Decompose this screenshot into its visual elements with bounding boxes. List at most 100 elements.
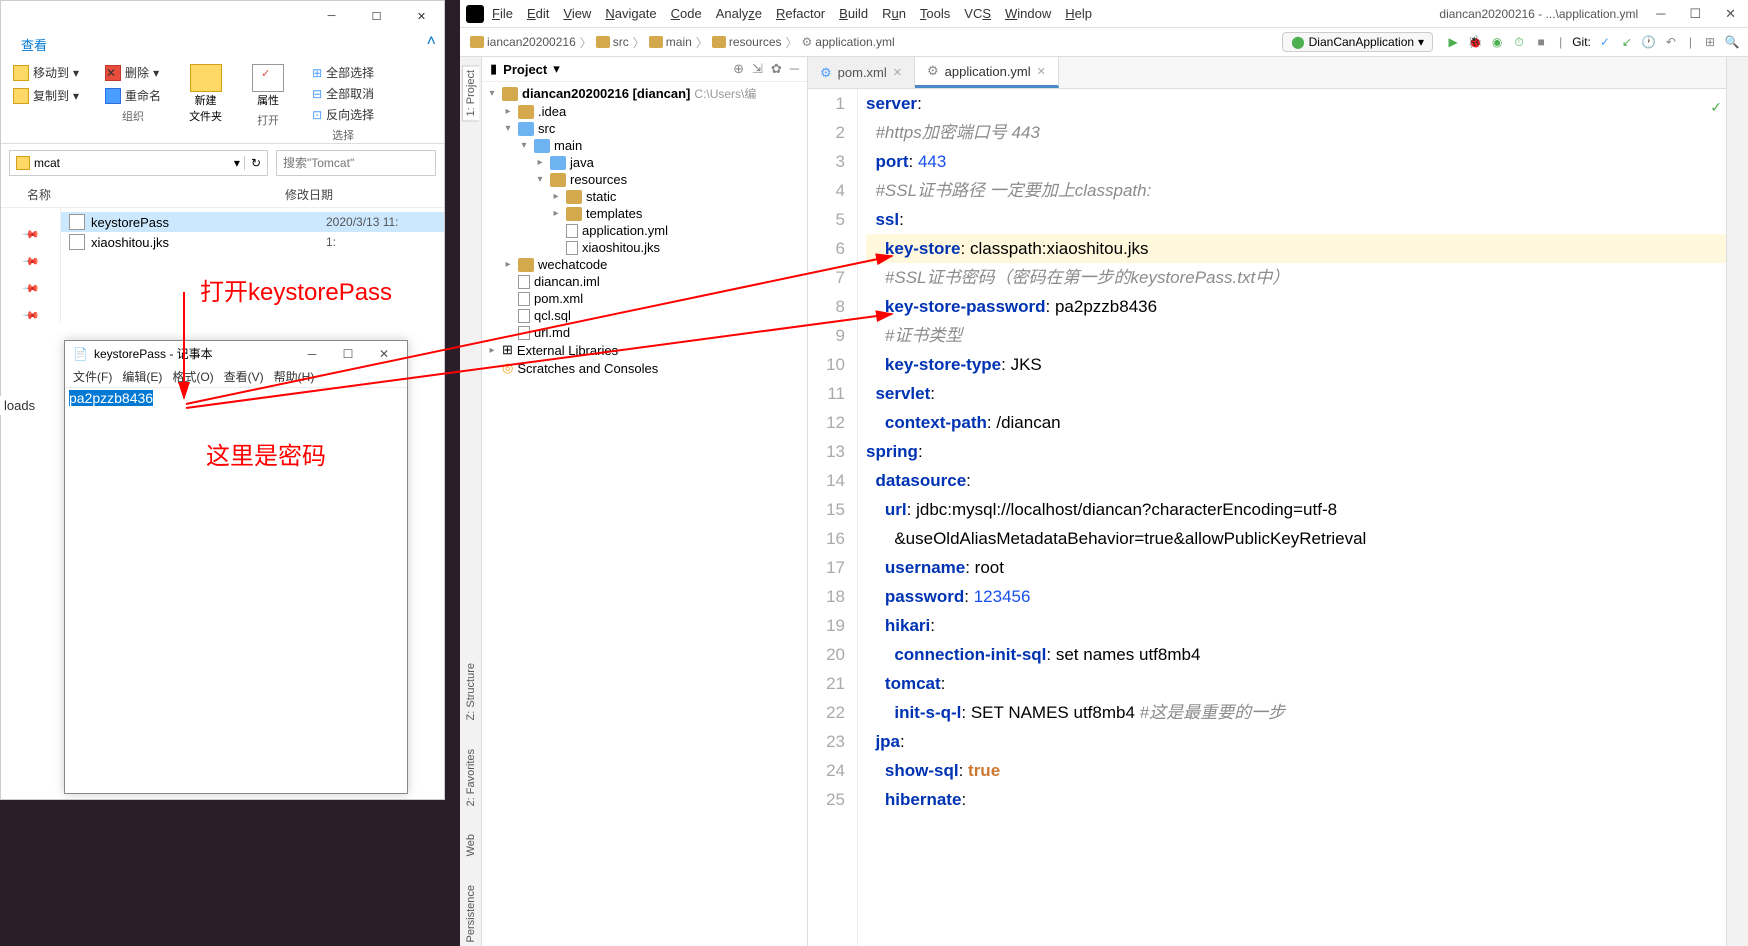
close-button[interactable]: ✕ xyxy=(369,347,399,361)
tree-node[interactable]: ◎Scratches and Consoles xyxy=(482,359,807,377)
breadcrumb-item[interactable]: src xyxy=(594,35,631,49)
chevron-down-icon[interactable]: ▾ xyxy=(553,61,560,77)
stop-button[interactable]: ■ xyxy=(1533,34,1549,50)
maximize-button[interactable]: ☐ xyxy=(354,1,399,31)
tree-node[interactable]: ▸.idea xyxy=(482,103,807,120)
breadcrumb-item[interactable]: iancan20200216 xyxy=(468,35,578,49)
tree-node[interactable]: ▸wechatcode xyxy=(482,256,807,273)
breadcrumb-item[interactable]: resources xyxy=(710,35,784,49)
file-row[interactable]: xiaoshitou.jks1: xyxy=(61,232,444,252)
file-row[interactable]: keystorePass2020/3/13 11: xyxy=(61,212,444,232)
code-editor[interactable]: 1234567891011121314151617181920212223242… xyxy=(808,89,1726,946)
tree-node[interactable]: diancan.iml xyxy=(482,273,807,290)
ribbon-tab-view[interactable]: 查看 xyxy=(9,33,59,56)
menu-navigate[interactable]: Navigate xyxy=(599,4,662,23)
menu-edit[interactable]: Edit xyxy=(521,4,555,23)
tab-persistence[interactable]: Persistence xyxy=(463,881,479,946)
settings-icon[interactable]: ✿ xyxy=(771,61,782,77)
tree-node[interactable]: ▸⊞External Libraries xyxy=(482,341,807,359)
menu-file[interactable]: File xyxy=(486,4,519,23)
breadcrumb-item[interactable]: ⚙application.yml xyxy=(800,35,897,49)
rename-button[interactable]: 重命名 xyxy=(101,85,165,106)
tab-favorites[interactable]: 2: Favorites xyxy=(463,745,479,810)
close-button[interactable]: ✕ xyxy=(399,1,444,31)
delete-button[interactable]: ✕删除 ▾ xyxy=(101,62,165,83)
menu-format[interactable]: 格式(O) xyxy=(172,368,213,385)
tree-node[interactable]: url.md xyxy=(482,324,807,341)
menu-build[interactable]: Build xyxy=(833,4,874,23)
downloads-folder-label[interactable]: loads xyxy=(0,396,39,415)
pin-icon[interactable]: 📌 xyxy=(21,306,40,325)
tree-node[interactable]: ▾main xyxy=(482,137,807,154)
column-name[interactable]: 名称 xyxy=(9,186,285,203)
scroll-from-source-icon[interactable]: ⊕ xyxy=(733,61,744,77)
menu-window[interactable]: Window xyxy=(999,4,1057,23)
tree-node[interactable]: pom.xml xyxy=(482,290,807,307)
git-revert-button[interactable]: ↶ xyxy=(1663,34,1679,50)
menu-help[interactable]: Help xyxy=(1059,4,1098,23)
minimize-button[interactable]: ─ xyxy=(297,347,327,361)
tree-node[interactable]: ▾resources xyxy=(482,171,807,188)
address-input[interactable]: mcat ▾ ↻ xyxy=(9,150,268,176)
close-button[interactable]: ✕ xyxy=(1719,6,1742,22)
menu-analyze[interactable]: Analyze xyxy=(710,4,768,23)
hide-icon[interactable]: ─ xyxy=(790,61,799,77)
code-content[interactable]: server: #https加密端口号 443 port: 443 #SSL证书… xyxy=(858,89,1726,946)
maximize-button[interactable]: ☐ xyxy=(333,347,363,361)
menu-run[interactable]: Run xyxy=(876,4,912,23)
search-input[interactable] xyxy=(276,150,436,176)
tree-node[interactable]: qcl.sql xyxy=(482,307,807,324)
minimize-button[interactable]: ─ xyxy=(1650,6,1671,21)
tree-node[interactable]: ▸static xyxy=(482,188,807,205)
tab-web[interactable]: Web xyxy=(463,830,479,860)
collapse-icon[interactable]: ⇲ xyxy=(752,61,763,77)
notepad-content[interactable]: pa2pzzb8436 xyxy=(65,388,407,409)
tree-node[interactable]: ▾diancan20200216 [diancan] C:\Users\编 xyxy=(482,84,807,103)
menu-tools[interactable]: Tools xyxy=(914,4,956,23)
menu-help[interactable]: 帮助(H) xyxy=(274,368,315,385)
breadcrumb-item[interactable]: main xyxy=(647,35,694,49)
new-folder-button[interactable]: 新建 文件夹 xyxy=(183,62,228,126)
git-update-button[interactable]: ✓ xyxy=(1597,34,1613,50)
project-tree[interactable]: ▾diancan20200216 [diancan] C:\Users\编▸.i… xyxy=(482,82,807,946)
tree-node[interactable]: ▸java xyxy=(482,154,807,171)
menu-file[interactable]: 文件(F) xyxy=(73,368,112,385)
menu-refactor[interactable]: Refactor xyxy=(770,4,831,23)
search-button[interactable]: 🔍 xyxy=(1724,34,1740,50)
minimize-button[interactable]: ─ xyxy=(309,1,354,31)
run-config-selector[interactable]: ⬤ DianCanApplication ▾ xyxy=(1282,32,1433,52)
run-button[interactable]: ▶ xyxy=(1445,34,1461,50)
editor-tab[interactable]: ⚙pom.xml✕ xyxy=(808,57,915,88)
pin-icon[interactable]: 📌 xyxy=(21,279,40,298)
properties-button[interactable]: ✓ 属性 xyxy=(246,62,290,110)
tab-structure[interactable]: Z: Structure xyxy=(463,659,479,724)
menu-vcs[interactable]: VCS xyxy=(958,4,997,23)
select-all-button[interactable]: ⊞全部选择 xyxy=(308,62,378,83)
coverage-button[interactable]: ◉ xyxy=(1489,34,1505,50)
pin-icon[interactable]: 📌 xyxy=(21,225,40,244)
menu-view[interactable]: 查看(V) xyxy=(224,368,264,385)
git-history-button[interactable]: 🕐 xyxy=(1641,34,1657,50)
tree-node[interactable]: application.yml xyxy=(482,222,807,239)
inspection-ok-icon[interactable]: ✓ xyxy=(1710,93,1722,122)
menu-edit[interactable]: 编辑(E) xyxy=(122,368,162,385)
git-commit-button[interactable]: ↙ xyxy=(1619,34,1635,50)
sync-button[interactable]: ⊞ xyxy=(1702,34,1718,50)
menu-code[interactable]: Code xyxy=(665,4,708,23)
select-none-button[interactable]: ⊟全部取消 xyxy=(308,83,378,104)
menu-view[interactable]: View xyxy=(557,4,597,23)
close-tab-icon[interactable]: ✕ xyxy=(893,66,902,79)
maximize-button[interactable]: ☐ xyxy=(1683,6,1707,22)
tree-node[interactable]: ▸templates xyxy=(482,205,807,222)
move-to-button[interactable]: 移动到 ▾ xyxy=(9,62,83,83)
tree-node[interactable]: xiaoshitou.jks xyxy=(482,239,807,256)
invert-selection-button[interactable]: ⊡反向选择 xyxy=(308,104,378,125)
tree-node[interactable]: ▾src xyxy=(482,120,807,137)
copy-to-button[interactable]: 复制到 ▾ xyxy=(9,85,83,106)
debug-button[interactable]: 🐞 xyxy=(1467,34,1483,50)
pin-icon[interactable]: 📌 xyxy=(21,252,40,271)
column-date[interactable]: 修改日期 xyxy=(285,186,333,203)
tab-project[interactable]: 1: Project xyxy=(462,65,479,121)
editor-tab[interactable]: ⚙application.yml✕ xyxy=(915,57,1059,88)
ribbon-collapse-icon[interactable]: ˄ xyxy=(427,33,436,56)
